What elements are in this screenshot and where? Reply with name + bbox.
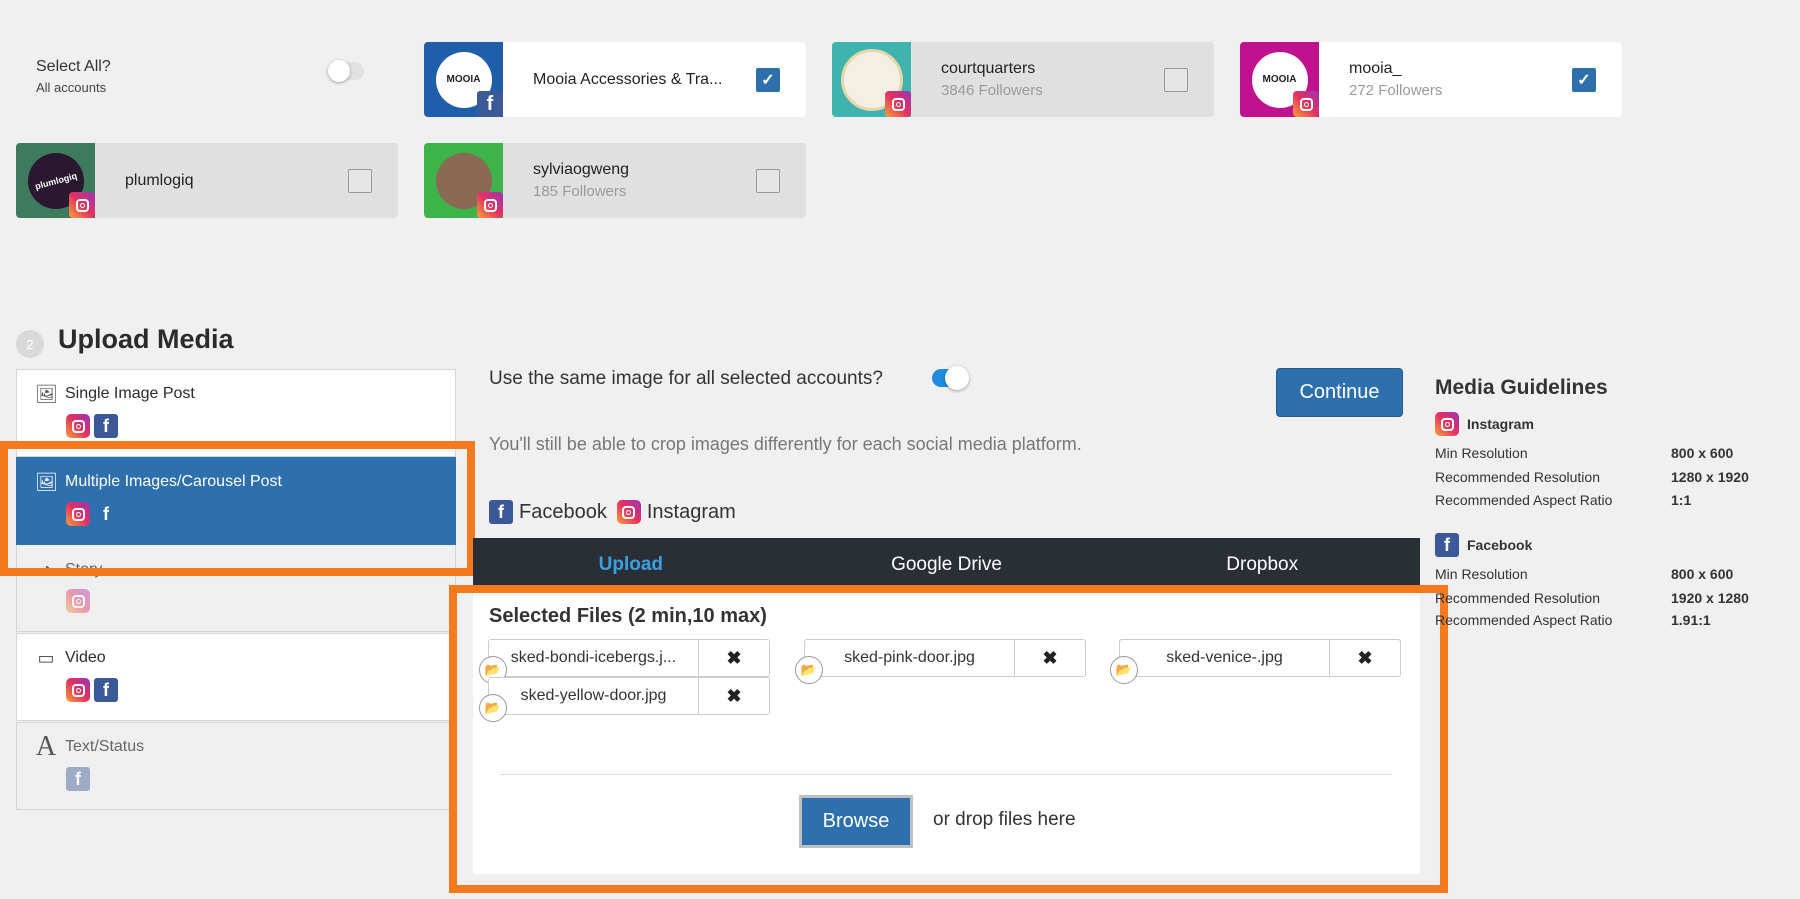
select-all-title: Select All? <box>36 58 111 75</box>
instagram-icon <box>616 500 641 524</box>
account-followers: 185 Followers <box>533 183 627 200</box>
highlight-box-post-type <box>0 441 475 576</box>
select-all-subtitle: All accounts <box>36 80 107 95</box>
highlight-box-files <box>449 585 1448 893</box>
facebook-icon: f <box>94 414 118 438</box>
instagram-icon <box>477 192 503 218</box>
select-all-toggle[interactable] <box>328 60 364 82</box>
facebook-label: Facebook <box>519 500 607 523</box>
same-image-question: Use the same image for all selected acco… <box>489 368 883 389</box>
account-checkbox[interactable]: ✓ <box>1572 67 1596 92</box>
instagram-icon <box>885 91 911 117</box>
video-icon: ▭ <box>37 648 55 668</box>
continue-button[interactable]: Continue <box>1276 368 1403 417</box>
facebook-icon: f <box>1435 533 1459 557</box>
step-number-badge: 2 <box>16 330 44 358</box>
instagram-icon <box>66 414 90 438</box>
account-card-courtquarters[interactable]: courtquarters 3846 Followers <box>832 42 1214 117</box>
guidelines-instagram-header: Instagram <box>1435 412 1534 436</box>
instagram-icon <box>69 192 95 218</box>
facebook-icon: f <box>94 678 118 702</box>
selected-networks: f Facebook Instagram <box>489 500 736 524</box>
avatar <box>832 42 911 117</box>
account-card-mooia-instagram[interactable]: MOOIA mooia_ 272 Followers ✓ <box>1240 42 1622 117</box>
section-title: Upload Media <box>58 324 234 354</box>
crop-note: You'll still be able to crop images diff… <box>489 434 1082 454</box>
instagram-label: Instagram <box>646 500 736 523</box>
account-name: mooia_ <box>1349 60 1402 77</box>
guideline-row: Recommended Aspect Ratio 1.91:1 <box>1435 612 1711 628</box>
upload-source-tabs: Upload Google Drive Dropbox <box>473 538 1420 592</box>
account-checkbox[interactable] <box>348 168 372 193</box>
text-icon: A <box>35 731 57 762</box>
guideline-row: Recommended Resolution 1280 x 1920 <box>1435 469 1749 485</box>
avatar <box>424 143 503 218</box>
guideline-row: Recommended Resolution 1920 x 1280 <box>1435 590 1749 606</box>
avatar: MOOIA f <box>424 42 503 117</box>
account-name: plumlogiq <box>125 171 194 189</box>
account-checkbox[interactable] <box>1164 67 1188 92</box>
account-name: courtquarters <box>941 60 1036 77</box>
guidelines-title: Media Guidelines <box>1435 376 1608 399</box>
guideline-row: Min Resolution 800 x 600 <box>1435 445 1734 461</box>
instagram-icon <box>1293 91 1319 117</box>
post-type-label: Text/Status <box>65 738 145 755</box>
instagram-icon <box>66 589 90 613</box>
post-type-label: Single Image Post <box>65 385 195 402</box>
avatar: plumlogiq <box>16 143 95 218</box>
facebook-icon: f <box>477 91 503 117</box>
facebook-icon: f <box>489 500 513 524</box>
tab-dropbox[interactable]: Dropbox <box>1104 538 1420 592</box>
same-image-toggle[interactable] <box>932 366 969 390</box>
post-type-text-status[interactable]: A Text/Status f <box>16 722 456 810</box>
account-checkbox[interactable] <box>756 168 780 193</box>
account-card-plumlogiq[interactable]: plumlogiq plumlogiq <box>16 143 398 218</box>
image-icon: 🖼 <box>35 384 58 404</box>
account-card-mooia-facebook[interactable]: MOOIA f Mooia Accessories & Tra... ✓ <box>424 42 806 117</box>
instagram-icon <box>1435 412 1459 436</box>
instagram-icon <box>66 678 90 702</box>
post-type-video[interactable]: ▭ Video f <box>16 633 456 721</box>
account-card-sylviaogweng[interactable]: sylviaogweng 185 Followers <box>424 143 806 218</box>
account-followers: 3846 Followers <box>941 82 1043 99</box>
tab-upload[interactable]: Upload <box>473 538 789 592</box>
tab-google-drive[interactable]: Google Drive <box>789 538 1105 592</box>
guideline-row: Min Resolution 800 x 600 <box>1435 566 1734 582</box>
account-name: Mooia Accessories & Tra... <box>533 70 723 88</box>
guideline-row: Recommended Aspect Ratio 1:1 <box>1435 492 1692 508</box>
account-followers: 272 Followers <box>1349 82 1443 99</box>
select-all-label: Select All? All accounts <box>36 58 111 95</box>
post-type-label: Video <box>65 649 106 666</box>
guidelines-facebook-header: f Facebook <box>1435 533 1532 557</box>
facebook-icon: f <box>66 767 90 791</box>
avatar: MOOIA <box>1240 42 1319 117</box>
guidelines-facebook-label: Facebook <box>1467 537 1533 553</box>
guidelines-instagram-label: Instagram <box>1467 416 1534 432</box>
account-name: sylviaogweng <box>533 161 630 178</box>
account-checkbox[interactable]: ✓ <box>756 67 780 92</box>
